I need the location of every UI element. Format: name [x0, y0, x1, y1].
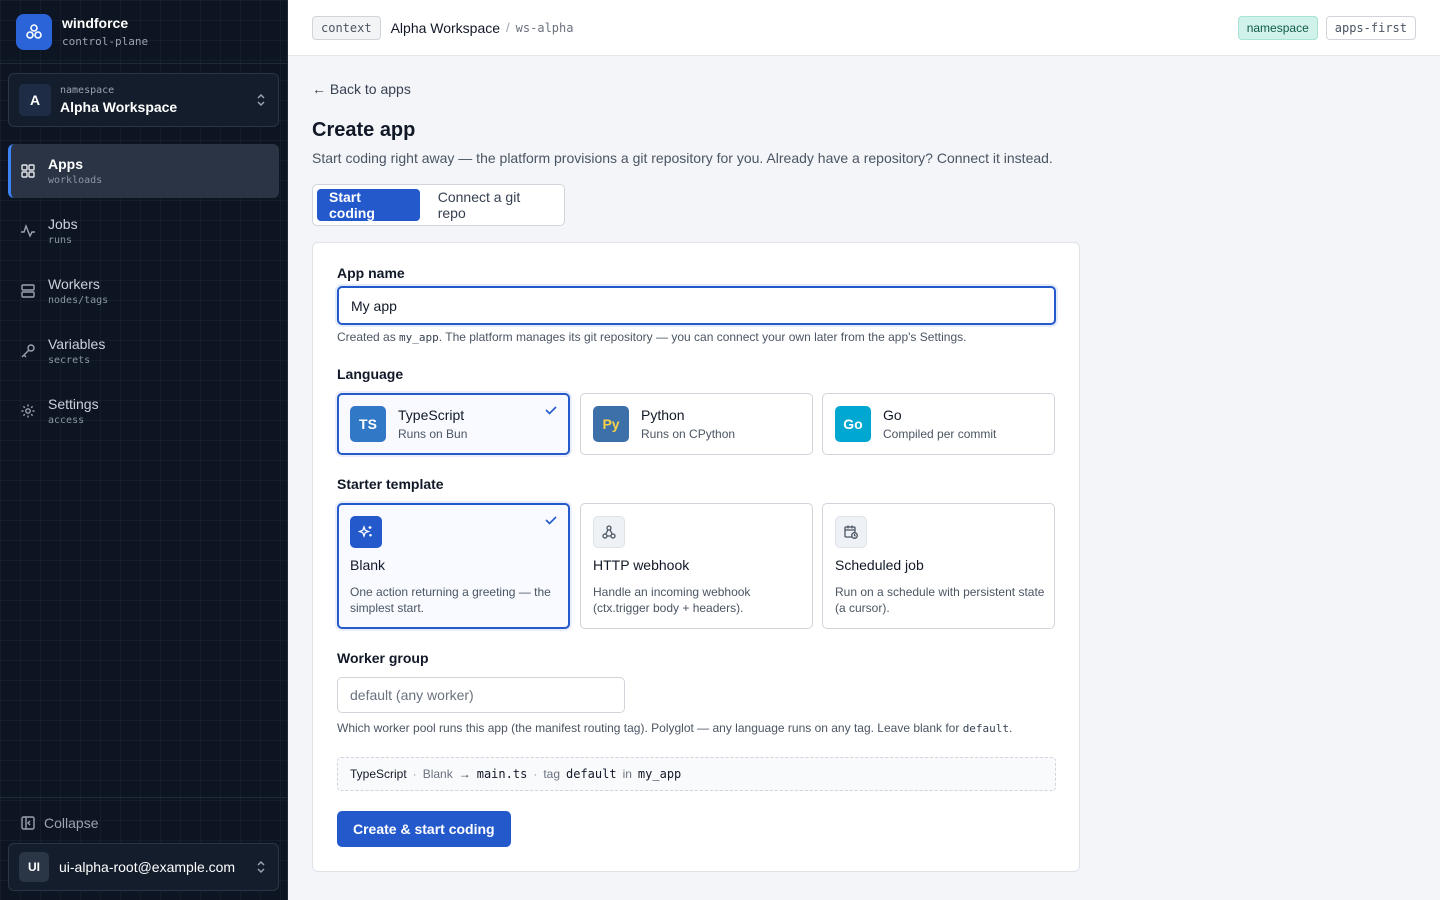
avatar: UI [19, 852, 49, 882]
namespace-badge: namespace [1237, 16, 1318, 40]
back-to-apps-link[interactable]: ← Back to apps [312, 81, 411, 97]
worker-group-label: Worker group [337, 650, 429, 666]
template-name: Blank [350, 557, 386, 573]
mode-badge: apps-first [1325, 16, 1416, 40]
grid-icon [20, 163, 36, 179]
sidebar-footer: Collapse UI ui-alpha-root@example.com [0, 797, 287, 900]
brand-name: windforce [62, 15, 129, 31]
language-sub: Runs on CPython [641, 427, 736, 441]
worker-group-input[interactable]: default (any worker) [337, 677, 625, 713]
sidebar-item-variables[interactable]: Variables secrets [8, 324, 279, 378]
language-option-typescript[interactable]: TS TypeScript Runs on Bun [337, 393, 570, 455]
namespace-avatar: A [19, 84, 51, 116]
check-icon [544, 513, 558, 532]
sidebar-item-label: Apps [48, 156, 83, 172]
tab-connect-git-repo[interactable]: Connect a git repo [426, 189, 560, 221]
language-name: Go [883, 407, 902, 423]
app-name-hint: Created as my_app. The platform manages … [337, 330, 967, 344]
key-icon [20, 343, 36, 359]
template-desc: One action returning a greeting — the si… [350, 585, 551, 615]
brand: windforce control-plane [0, 0, 287, 64]
gear-icon [20, 403, 36, 419]
namespace-value: Alpha Workspace [60, 99, 178, 115]
sidebar: windforce control-plane A namespace Alph… [0, 0, 288, 900]
language-option-go[interactable]: Go Go Compiled per commit [822, 393, 1055, 455]
language-sub: Runs on Bun [398, 427, 468, 441]
app-name-input[interactable]: My app [337, 286, 1056, 325]
chevron-up-down-icon [254, 859, 268, 880]
chevron-up-down-icon [254, 92, 268, 113]
check-icon [544, 403, 558, 422]
user-switcher[interactable]: UI ui-alpha-root@example.com [8, 843, 279, 891]
language-label: Language [337, 366, 404, 382]
create-app-form: App name My app Created as my_app. The p… [312, 242, 1080, 872]
app-name-label: App name [337, 265, 405, 281]
server-icon [20, 283, 36, 299]
topbar: context Alpha Workspace / ws-alpha names… [288, 0, 1440, 56]
python-icon: Py [593, 406, 629, 442]
context-chip: context [312, 15, 381, 40]
template-desc: Handle an incoming webhook (ctx.trigger … [593, 585, 751, 615]
namespace-label: namespace [60, 85, 115, 96]
template-option-scheduled-job[interactable]: Scheduled job Run on a schedule with per… [822, 503, 1055, 629]
template-option-blank[interactable]: Blank One action returning a greeting — … [337, 503, 570, 629]
page-title: Create app [312, 119, 416, 141]
template-option-http-webhook[interactable]: HTTP webhook Handle an incoming webhook … [580, 503, 813, 629]
sidebar-item-sub: runs [48, 235, 73, 246]
webhook-icon [593, 516, 625, 548]
sidebar-item-settings[interactable]: Settings access [8, 384, 279, 438]
context-id: ws-alpha [515, 20, 574, 35]
collapse-label: Collapse [44, 815, 99, 831]
template-desc: Run on a schedule with persistent state … [835, 585, 1045, 615]
sidebar-item-jobs[interactable]: Jobs runs [8, 204, 279, 258]
template-name: Scheduled job [835, 557, 924, 573]
namespace-switcher[interactable]: A namespace Alpha Workspace [8, 73, 279, 127]
language-option-python[interactable]: Py Python Runs on CPython [580, 393, 813, 455]
template-name: HTTP webhook [593, 557, 690, 573]
user-email: ui-alpha-root@example.com [59, 859, 236, 875]
go-icon: Go [835, 406, 871, 442]
sidebar-item-label: Settings [48, 396, 99, 412]
windforce-logo-icon [16, 13, 52, 50]
sidebar-nav: Apps workloads Jobs runs Workers nodes/t… [8, 144, 279, 444]
summary-line: TypeScript · Blank → main.ts · tag defau… [337, 757, 1056, 791]
sidebar-item-label: Variables [48, 336, 106, 352]
starter-template-label: Starter template [337, 476, 444, 492]
page-description: Start coding right away — the platform p… [312, 150, 1053, 166]
mode-tabs: Start coding Connect a git repo [312, 184, 565, 226]
calendar-clock-icon [835, 516, 867, 548]
create-and-start-coding-button[interactable]: Create & start coding [337, 811, 511, 847]
worker-group-hint: Which worker pool runs this app (the man… [337, 721, 1013, 735]
sidebar-item-workers[interactable]: Workers nodes/tags [8, 264, 279, 318]
language-name: TypeScript [398, 407, 465, 423]
collapse-icon [21, 816, 35, 830]
breadcrumb-separator: / [506, 20, 510, 35]
sidebar-item-apps[interactable]: Apps workloads [8, 144, 279, 198]
sidebar-item-label: Jobs [48, 216, 78, 232]
sidebar-item-sub: access [48, 415, 85, 426]
sidebar-item-sub: secrets [48, 355, 91, 366]
activity-icon [20, 223, 36, 239]
collapse-button[interactable]: Collapse [20, 815, 98, 831]
sidebar-item-sub: nodes/tags [48, 295, 109, 306]
sidebar-item-sub: workloads [48, 175, 103, 186]
brand-sub: control-plane [62, 35, 149, 48]
typescript-icon: TS [350, 406, 386, 442]
tab-start-coding[interactable]: Start coding [317, 189, 420, 221]
sparkles-icon [350, 516, 382, 548]
language-name: Python [641, 407, 685, 423]
context-title[interactable]: Alpha Workspace [391, 20, 500, 36]
sidebar-item-label: Workers [48, 276, 100, 292]
language-sub: Compiled per commit [883, 427, 997, 441]
